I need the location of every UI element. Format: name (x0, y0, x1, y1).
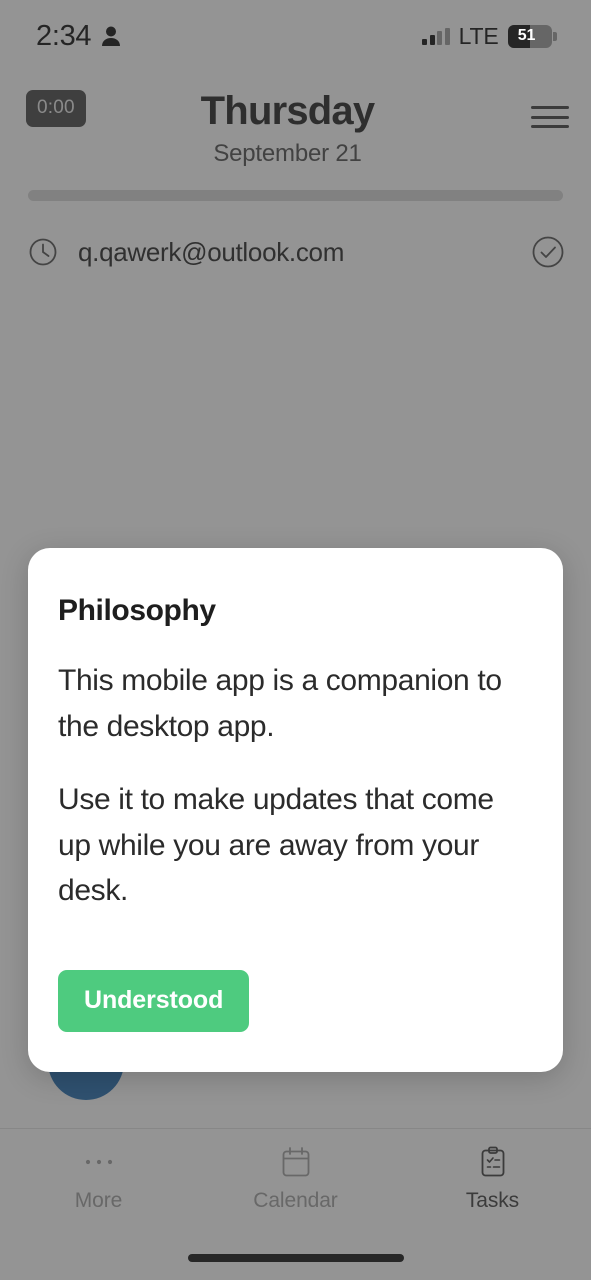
battery-level-label: 51 (517, 27, 536, 44)
battery-indicator: 51 (507, 24, 557, 48)
battery-icon: 51 (507, 24, 552, 48)
philosophy-dialog: Philosophy This mobile app is a companio… (28, 548, 563, 1072)
dialog-paragraph: Use it to make updates that come up whil… (58, 783, 494, 908)
dialog-paragraph: This mobile app is a companion to the de… (58, 664, 502, 743)
understood-button[interactable]: Understood (58, 969, 250, 1032)
dialog-title: Philosophy (58, 594, 216, 627)
